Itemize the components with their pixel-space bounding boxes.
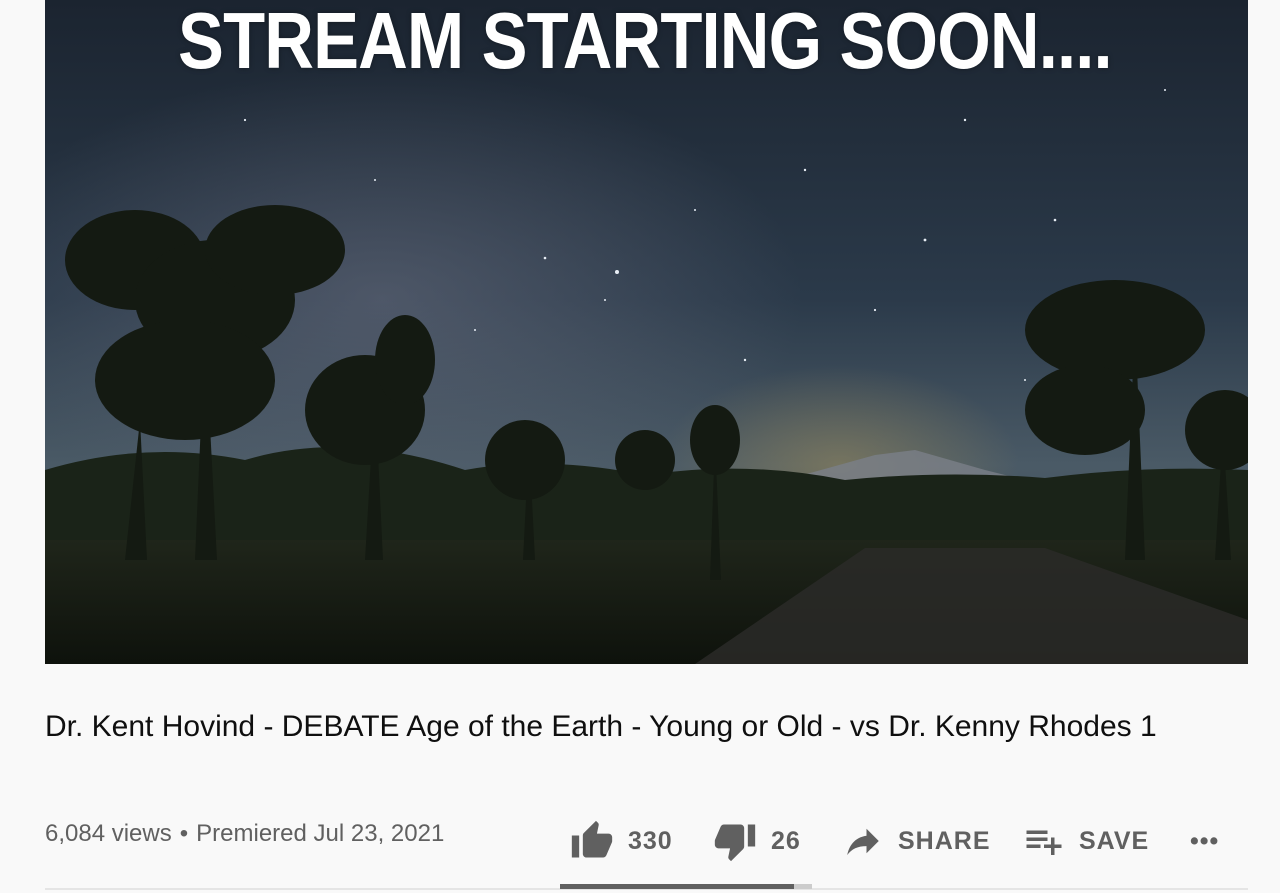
more-options-button[interactable]: ••• [1190,816,1219,866]
share-button[interactable]: SHARE [842,816,991,866]
video-title: Dr. Kent Hovind - DEBATE Age of the Eart… [45,710,1157,743]
share-arrow-icon [842,820,884,862]
view-count: 6,084 views [45,820,172,847]
video-player[interactable]: STREAM STARTING SOON.... [45,0,1248,664]
save-button[interactable]: SAVE [1023,816,1149,866]
dislike-count: 26 [771,826,801,855]
video-thumbnail-night-sky [45,0,1248,664]
playlist-add-icon [1023,820,1065,862]
stream-overlay-text: STREAM STARTING SOON.... [178,0,1113,85]
video-meta: 6,084 views • Premiered Jul 23, 2021 [45,820,444,848]
meta-separator: • [179,820,189,847]
save-label: SAVE [1079,826,1150,855]
premiere-date: Premiered Jul 23, 2021 [196,820,445,847]
thumbs-down-icon [713,819,757,863]
more-horizontal-icon: ••• [1190,826,1220,855]
dislike-button[interactable]: 26 [713,816,801,866]
thumbs-up-icon [570,819,614,863]
share-label: SHARE [898,826,991,855]
sentiment-bar-fill [560,884,794,889]
like-dislike-sentiment-bar [560,884,812,889]
like-count: 330 [628,826,673,855]
like-button[interactable]: 330 [570,816,673,866]
